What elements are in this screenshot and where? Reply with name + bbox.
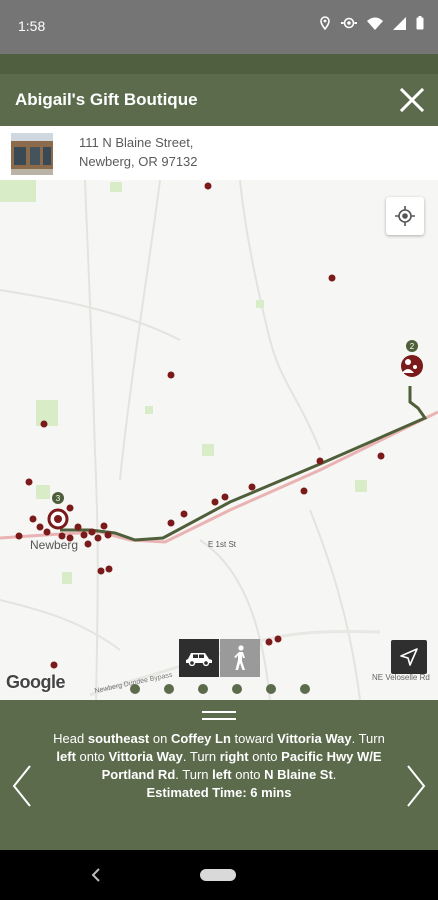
directions-steps: Head southeast on Coffey Ln toward Vitto…	[53, 731, 385, 782]
directions-part: on	[149, 731, 171, 746]
system-home-button[interactable]	[200, 869, 236, 881]
travel-mode-car-button[interactable]	[179, 639, 219, 677]
directions-part: onto	[248, 749, 282, 764]
street-label-2: NE Veloselle Rd	[372, 673, 430, 682]
walking-icon	[234, 645, 245, 670]
eye-icon	[341, 17, 357, 29]
navigate-button[interactable]	[391, 640, 427, 674]
status-icons	[319, 16, 424, 30]
page-title: Abigail's Gift Boutique	[15, 90, 198, 109]
close-button[interactable]	[398, 86, 426, 114]
directions-part: Head	[53, 731, 88, 746]
page-dot[interactable]	[266, 684, 276, 694]
directions-part: left	[212, 767, 232, 782]
store-markers	[15, 182, 385, 669]
google-logo: Google	[6, 672, 66, 692]
next-step-button[interactable]	[404, 762, 428, 810]
previous-step-button[interactable]	[10, 762, 34, 810]
back-chevron-icon	[91, 868, 100, 882]
my-location-button[interactable]	[386, 197, 424, 235]
store-info: 111 N Blaine Street, Newberg, OR 97132	[0, 126, 438, 180]
directions-part: . Turn	[351, 731, 385, 746]
system-back-button[interactable]	[88, 866, 104, 884]
chevron-right-icon	[407, 765, 426, 807]
close-icon	[399, 87, 425, 113]
header: Abigail's Gift Boutique	[0, 74, 438, 126]
drag-handle[interactable]	[202, 711, 236, 721]
page-dot[interactable]	[164, 684, 174, 694]
street-label-1: E 1st St	[208, 540, 237, 549]
status-time: 1:58	[18, 18, 46, 34]
status-band	[0, 54, 438, 74]
travel-mode-walk-button[interactable]	[220, 639, 260, 677]
directions-part: Vittoria Way	[277, 731, 352, 746]
estimated-time: Estimated Time: 6 mins	[146, 785, 292, 800]
directions-part: Coffey Ln	[170, 731, 231, 746]
page-dot[interactable]	[232, 684, 242, 694]
directions-part: N Blaine St	[264, 767, 333, 782]
wifi-icon	[367, 17, 383, 30]
car-icon	[186, 653, 212, 666]
directions-part: left	[56, 749, 76, 764]
map-view[interactable]: E 1st St NE Veloselle Rd Newberg Dundee …	[0, 180, 438, 700]
cellular-icon	[393, 16, 406, 30]
status-bar: 1:58	[0, 0, 438, 54]
address-line-1: 111 N Blaine Street,	[79, 135, 194, 150]
directions-part: southeast	[87, 731, 150, 746]
page-dot[interactable]	[130, 684, 140, 694]
battery-icon	[416, 16, 424, 30]
page-indicator	[130, 684, 310, 696]
page-dot[interactable]	[198, 684, 208, 694]
location-icon	[320, 16, 330, 30]
directions-part: . Turn	[182, 749, 220, 764]
crosshair-icon	[395, 206, 415, 226]
directions-part: onto	[75, 749, 109, 764]
chevron-left-icon	[12, 765, 31, 807]
start-marker[interactable]: 3	[47, 492, 69, 530]
end-marker-number: 2	[410, 342, 415, 351]
directions-part: right	[219, 749, 249, 764]
directions-part: onto	[231, 767, 265, 782]
directions-text: Head southeast on Coffey Ln toward Vitto…	[48, 730, 390, 802]
end-marker[interactable]: 2	[401, 340, 423, 377]
navigation-arrow-icon	[400, 648, 418, 666]
page-dot[interactable]	[300, 684, 310, 694]
directions-part: Vittoria Way	[108, 749, 183, 764]
start-marker-number: 3	[56, 494, 61, 503]
address-line-2: Newberg, OR 97132	[79, 154, 198, 169]
directions-part: .	[332, 767, 337, 782]
map-canvas: E 1st St NE Veloselle Rd Newberg Dundee …	[0, 180, 438, 700]
store-thumbnail	[11, 133, 53, 175]
directions-part: . Turn	[175, 767, 213, 782]
directions-part: toward	[230, 731, 278, 746]
